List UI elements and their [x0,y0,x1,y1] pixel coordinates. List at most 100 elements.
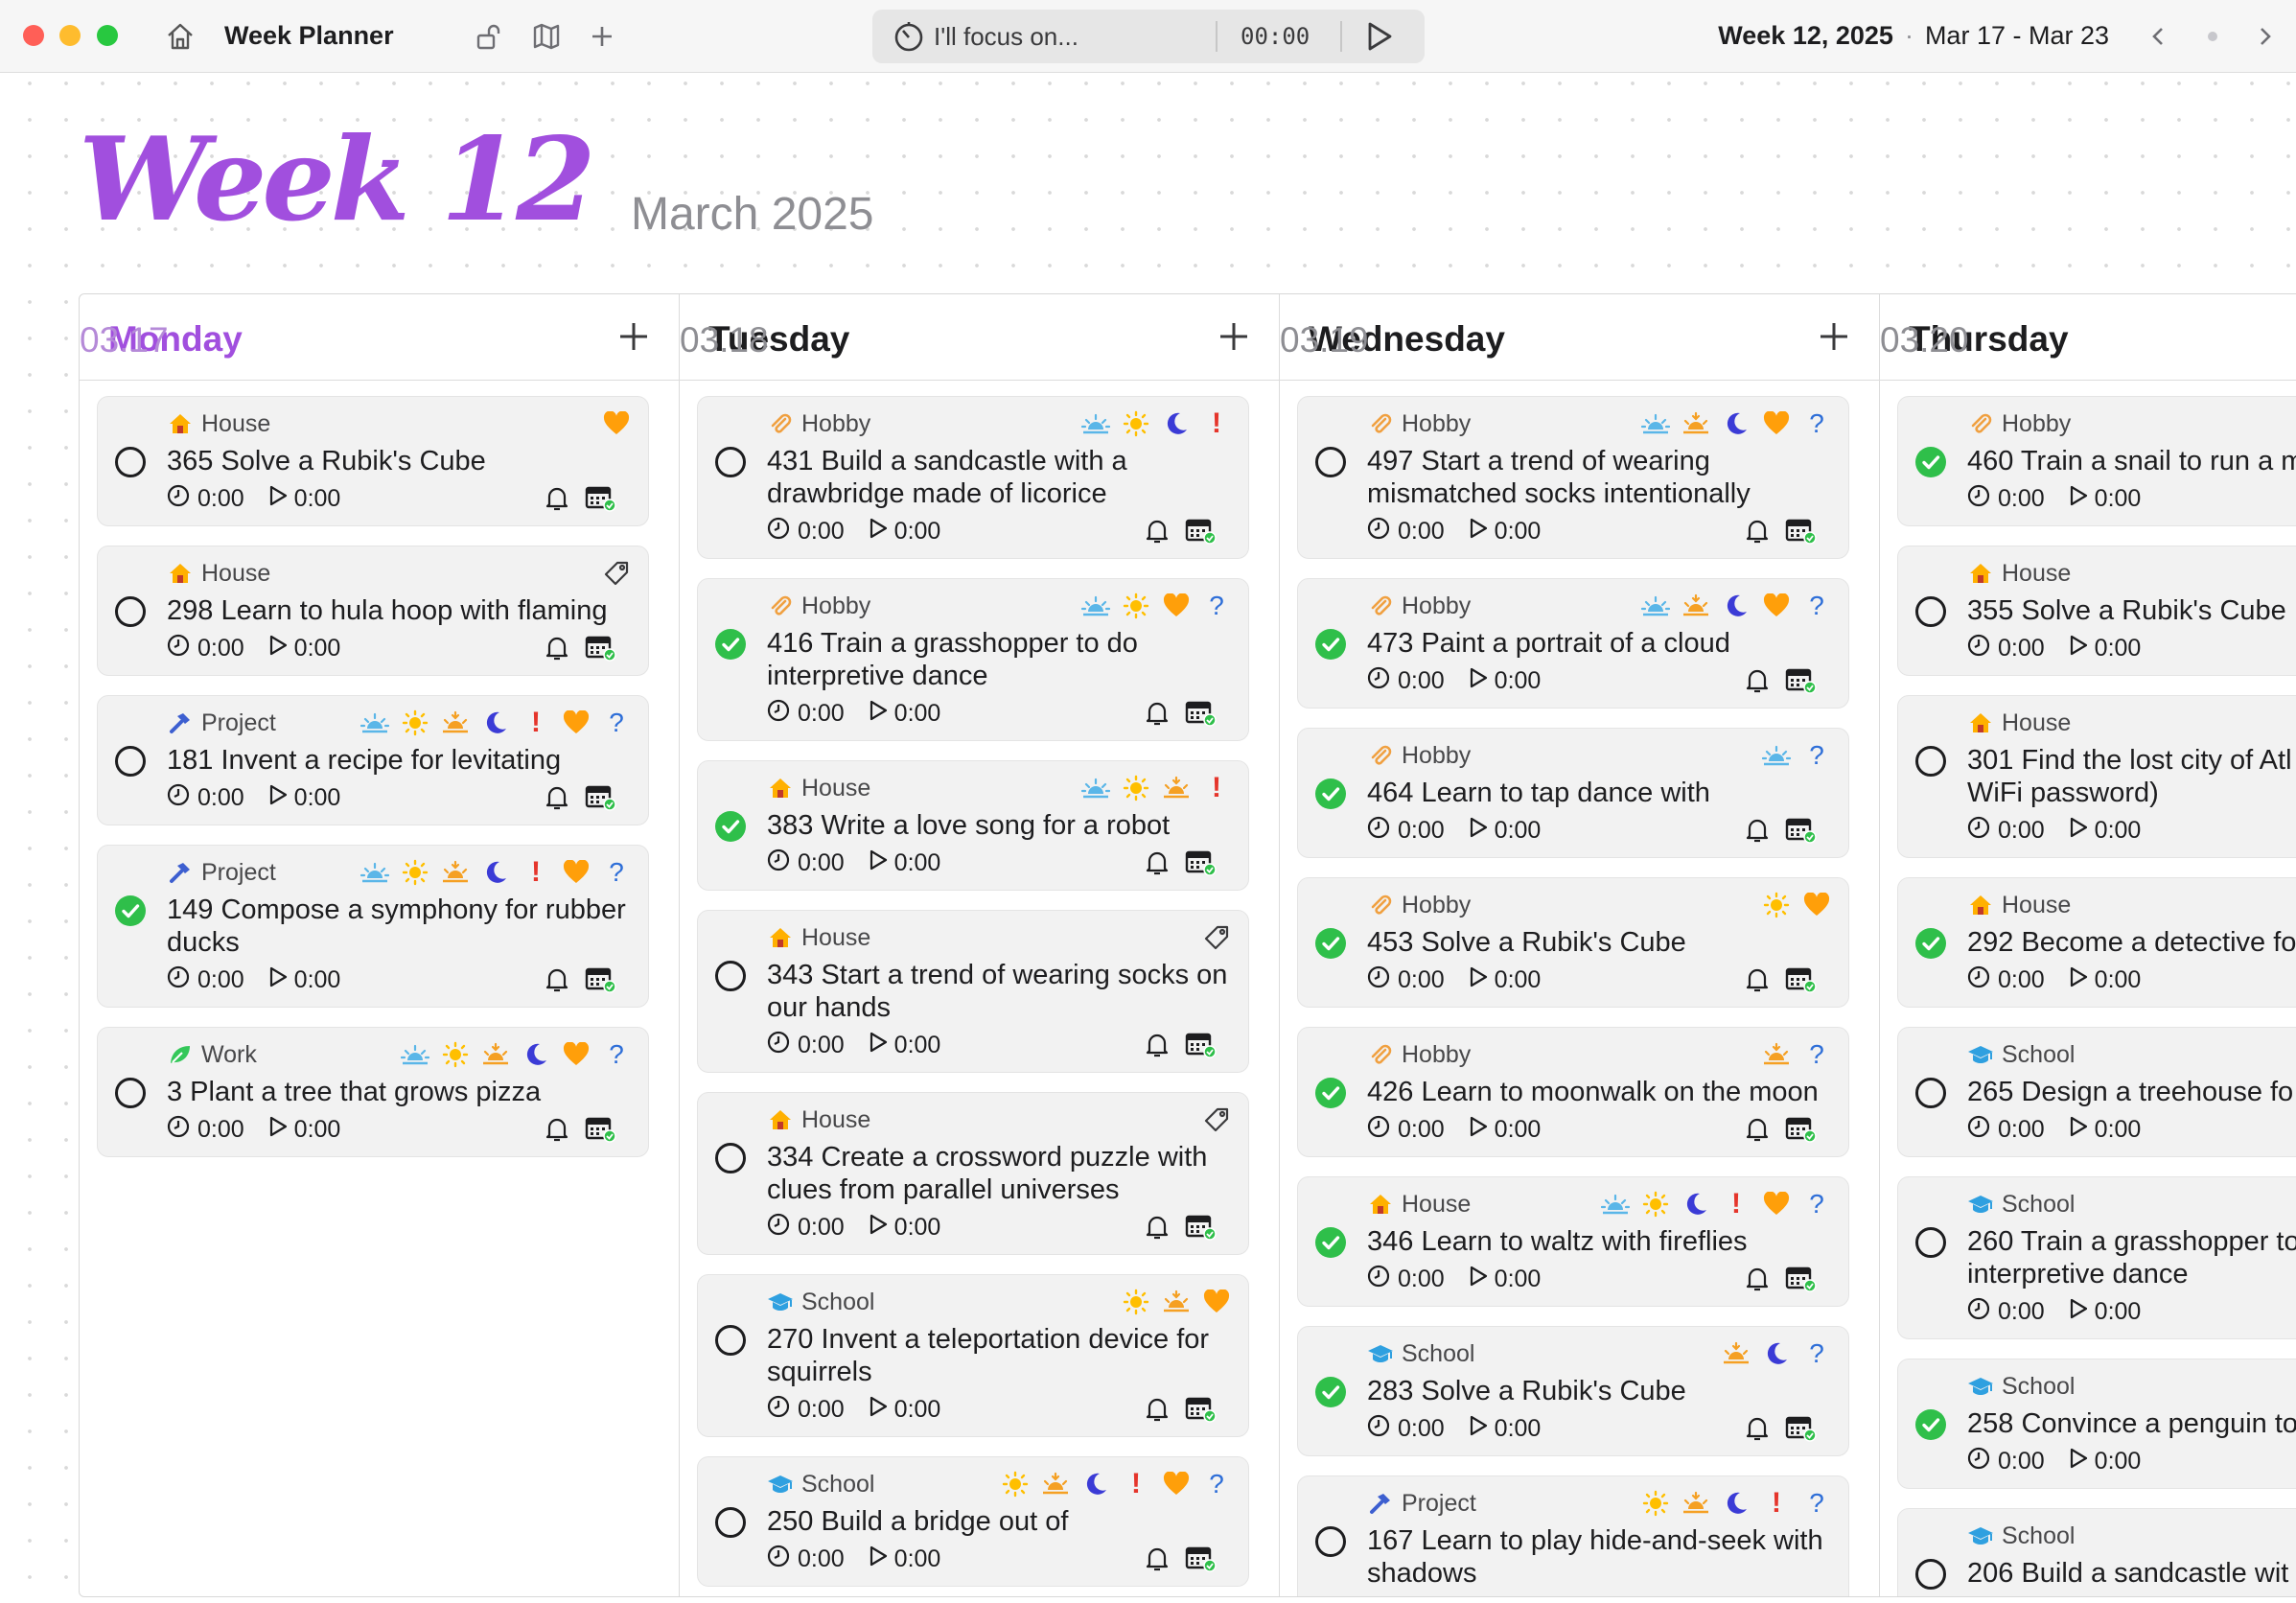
calendar-synced-icon[interactable] [585,484,617,520]
play-icon[interactable] [868,1213,889,1243]
important-icon[interactable]: ! [1202,772,1231,803]
task-title[interactable]: 149 Compose a symphony for rubber ducks [167,894,631,959]
sun-icon[interactable] [441,1040,470,1069]
task-checkbox[interactable] [1915,746,1946,777]
sunset-icon[interactable] [481,1040,510,1069]
task-card[interactable]: School 206 Build a sandcastle wit 0:00 0:00 [1897,1508,2296,1597]
unlock-icon[interactable] [470,17,508,56]
task-title[interactable]: 460 Train a snail to run a m [1967,445,2296,477]
minimize-window-button[interactable] [59,25,81,46]
important-icon[interactable]: ! [1122,1468,1150,1499]
task-card[interactable]: School 270 Invent a teleportation device … [697,1274,1249,1437]
task-card[interactable]: Hobby? 416 Train a grasshopper to do inte… [697,578,1249,741]
focus-bar[interactable]: I'll focus on... 00:00 [872,10,1425,63]
important-icon[interactable]: ! [522,856,550,888]
task-title[interactable]: 334 Create a crossword puzzle with clues… [767,1141,1231,1206]
tag-icon[interactable] [602,559,631,588]
play-icon[interactable] [267,484,289,514]
task-checkbox[interactable] [1315,629,1346,660]
task-checkbox[interactable] [715,1143,746,1173]
task-checkbox[interactable] [1315,928,1346,959]
bell-icon[interactable] [1745,518,1770,551]
task-card[interactable]: Work? 3 Plant a tree that grows pizza 0:00… [97,1027,649,1157]
zoom-window-button[interactable] [97,25,118,46]
task-title[interactable]: 258 Convince a penguin to [1967,1407,2296,1440]
play-icon[interactable] [2068,965,2089,995]
play-icon[interactable] [868,699,889,729]
question-icon[interactable]: ? [1802,591,1831,620]
bell-icon[interactable] [1145,700,1170,733]
sun-icon[interactable] [1122,592,1150,620]
task-checkbox[interactable] [1315,1227,1346,1258]
sunset-icon[interactable] [441,858,470,887]
play-icon[interactable] [868,517,889,546]
play-icon[interactable] [868,1545,889,1574]
play-icon[interactable] [2068,484,2089,514]
task-title[interactable]: 464 Learn to tap dance with [1367,777,1710,809]
bell-icon[interactable] [1745,817,1770,850]
sunrise-icon[interactable] [1641,409,1670,438]
sunrise-icon[interactable] [1641,592,1670,620]
play-icon[interactable] [1361,19,1396,58]
bell-icon[interactable] [545,635,569,668]
bell-icon[interactable] [1745,1116,1770,1150]
play-icon[interactable] [267,634,289,663]
play-icon[interactable] [267,783,289,813]
task-checkbox[interactable] [1315,1526,1346,1557]
important-icon[interactable]: ! [1202,407,1231,439]
question-icon[interactable]: ? [1802,1338,1831,1368]
sun-icon[interactable] [1641,1190,1670,1219]
task-card[interactable]: Hobby? 464 Learn to tap dance with 0:00 0:0… [1297,728,1849,858]
question-icon[interactable]: ? [1202,1469,1231,1498]
play-icon[interactable] [868,1031,889,1060]
task-checkbox[interactable] [1915,1559,1946,1590]
sunrise-icon[interactable] [360,709,389,737]
close-window-button[interactable] [23,25,44,46]
sunset-icon[interactable] [1681,409,1710,438]
chevron-left-icon[interactable] [2138,15,2180,58]
task-title[interactable]: 426 Learn to moonwalk on the moon [1367,1076,1819,1108]
task-checkbox[interactable] [715,447,746,477]
calendar-synced-icon[interactable] [1785,1265,1818,1300]
task-checkbox[interactable] [1315,447,1346,477]
play-icon[interactable] [2068,1447,2089,1476]
task-title[interactable]: 292 Become a detective fo [1967,926,2296,959]
task-title[interactable]: 473 Paint a portrait of a cloud [1367,627,1730,660]
play-icon[interactable] [267,1115,289,1145]
task-title[interactable]: 260 Train a grasshopper to interpretive … [1967,1225,2296,1290]
task-title[interactable]: 365 Solve a Rubik's Cube [167,445,486,477]
calendar-synced-icon[interactable] [1785,1115,1818,1150]
heart-icon[interactable] [1162,1470,1191,1498]
moon-icon[interactable] [1722,1489,1751,1518]
sun-icon[interactable] [1122,1288,1150,1316]
task-checkbox[interactable] [1315,778,1346,809]
task-card[interactable]: Project!? 181 Invent a recipe for levitat… [97,695,649,825]
task-title[interactable]: 298 Learn to hula hoop with flaming [167,594,607,627]
task-title[interactable]: 416 Train a grasshopper to do interpreti… [767,627,1231,692]
play-icon[interactable] [2068,1596,2089,1597]
bell-icon[interactable] [1145,1214,1170,1247]
question-icon[interactable]: ? [1802,1039,1831,1069]
task-title[interactable]: 265 Design a treehouse fo [1967,1076,2293,1108]
heart-icon[interactable] [562,1040,591,1069]
task-title[interactable]: 355 Solve a Rubik's Cube [1967,594,2286,627]
sun-icon[interactable] [1122,774,1150,802]
sunrise-icon[interactable] [401,1040,429,1069]
question-icon[interactable]: ? [602,708,631,737]
question-icon[interactable]: ? [1802,1189,1831,1219]
sunset-icon[interactable] [1762,1040,1791,1069]
task-title[interactable]: 453 Solve a Rubik's Cube [1367,926,1686,959]
task-card[interactable]: House 292 Become a detective fo 0:00 0:00 [1897,877,2296,1008]
task-checkbox[interactable] [115,447,146,477]
calendar-synced-icon[interactable] [1785,1414,1818,1450]
calendar-synced-icon[interactable] [585,1115,617,1150]
task-checkbox[interactable] [115,746,146,777]
today-dot-icon[interactable] [2192,15,2234,58]
moon-icon[interactable] [1162,409,1191,438]
question-icon[interactable]: ? [1802,1488,1831,1518]
task-checkbox[interactable] [715,1325,746,1356]
task-checkbox[interactable] [1915,928,1946,959]
play-icon[interactable] [1468,666,1489,696]
heart-icon[interactable] [562,709,591,737]
heart-icon[interactable] [1762,592,1791,620]
